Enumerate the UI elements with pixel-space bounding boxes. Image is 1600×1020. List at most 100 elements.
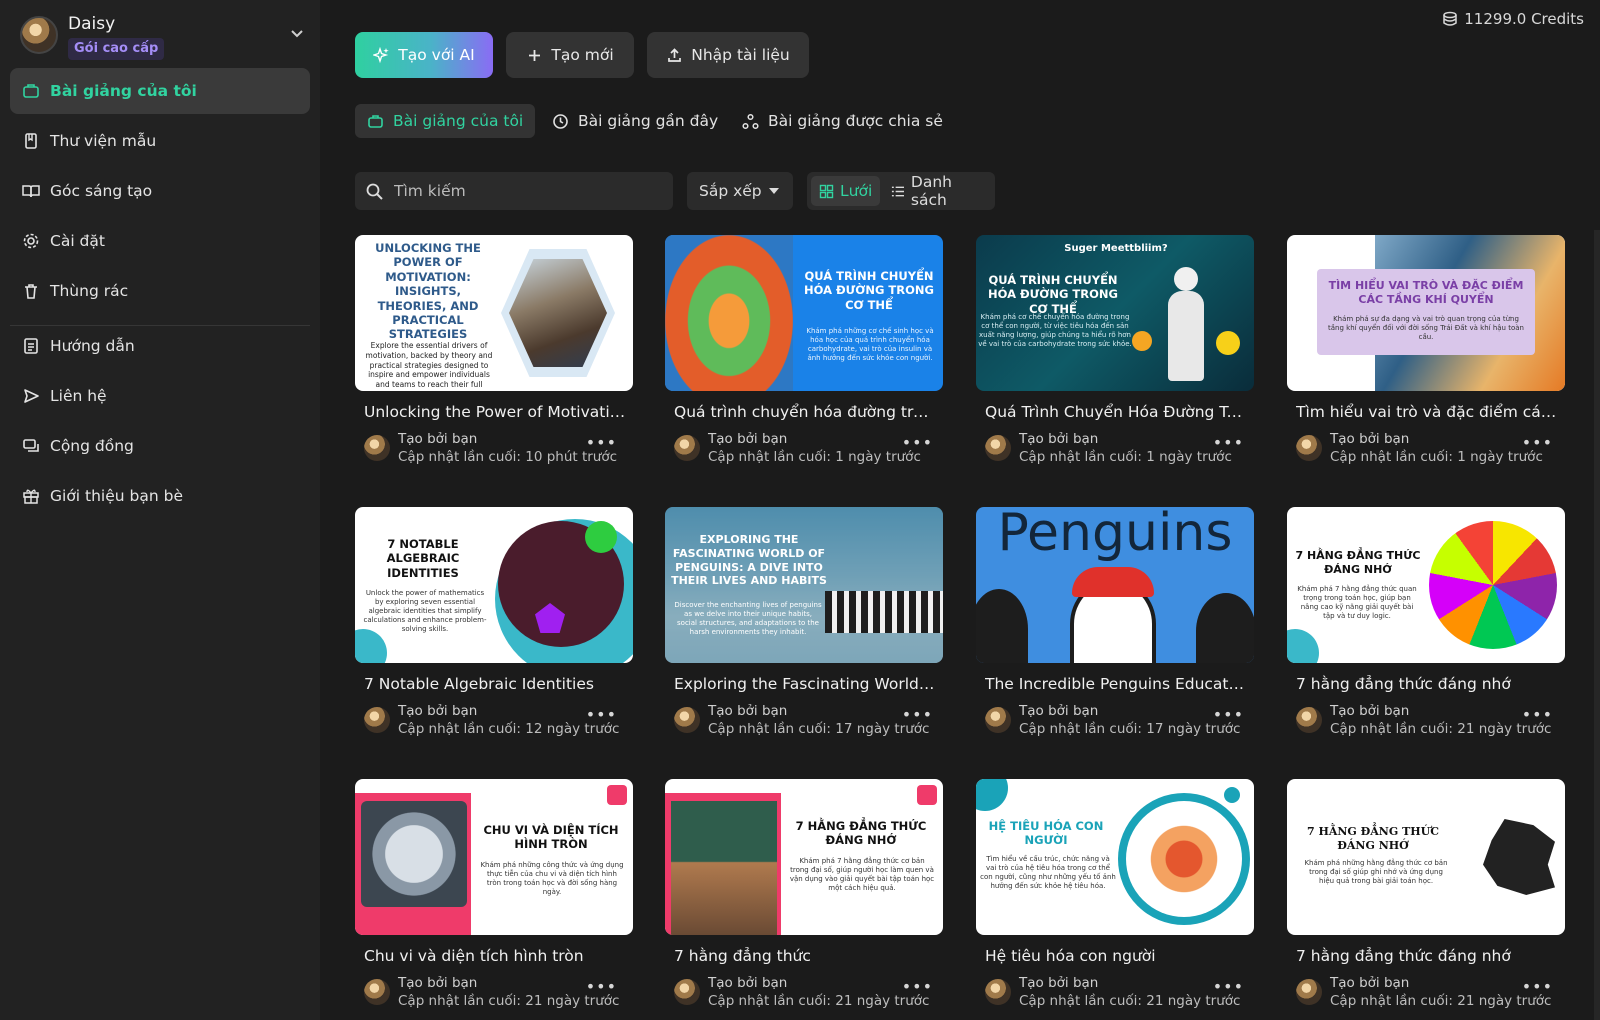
lecture-updated: Cập nhật lần cuối: 1 ngày trước [1019,449,1232,465]
sidebar-item-community[interactable]: Cộng đồng [10,423,310,469]
lecture-updated: Cập nhật lần cuối: 21 ngày trước [708,993,930,1009]
thumbnail-color-wheel [1429,521,1557,649]
lecture-card[interactable]: EXPLORING THE FASCINATING WORLD OF PENGU… [665,507,943,747]
more-options-icon[interactable]: ••• [586,977,617,996]
lecture-thumbnail[interactable]: 7 HẰNG ĐẲNG THỨC ĐÁNG NHỚ Khám phá những… [1287,779,1565,935]
scrollbar[interactable] [1594,230,1600,1020]
lecture-card[interactable]: TÌM HIỂU VAI TRÒ VÀ ĐẶC ĐIỂM CÁC TẦNG KH… [1287,235,1565,475]
profile-switcher[interactable]: Daisy Gói cao cấp [20,14,310,64]
more-options-icon[interactable]: ••• [902,977,933,996]
create-new-button[interactable]: Tạo mới [506,32,634,78]
tab-shared-lectures[interactable]: Bài giảng được chia sẻ [730,104,955,138]
lecture-thumbnail[interactable]: QUÁ TRÌNH CHUYỂN HÓA ĐƯỜNG TRONG CƠ THỂ … [665,235,943,391]
lecture-updated: Cập nhật lần cuối: 21 ngày trước [1019,993,1241,1009]
thumbnail-hat [1072,567,1154,597]
lecture-thumbnail[interactable]: Suger Meettbliim? QUÁ TRÌNH CHUYỂN HÓA Đ… [976,235,1254,391]
sidebar-item-label: Thư viện mẫu [50,132,157,150]
create-with-ai-button[interactable]: Tạo với AI [355,32,493,78]
lecture-card[interactable]: QUÁ TRÌNH CHUYỂN HÓA ĐƯỜNG TRONG CƠ THỂ … [665,235,943,475]
lecture-card[interactable]: Penguins The Incredible Penguins Educati… [976,507,1254,747]
lecture-title[interactable]: Hệ tiêu hóa con người [985,947,1247,965]
lecture-creator: Tạo bởi bạn [398,703,478,719]
search-box[interactable] [355,172,673,210]
open-book-icon [22,182,40,200]
lecture-title[interactable]: Tìm hiểu vai trò và đặc điểm các t... [1296,403,1558,421]
thumbnail-heading: EXPLORING THE FASCINATING WORLD OF PENGU… [671,533,827,588]
thumbnail-illustration [665,235,793,391]
sidebar-item-settings[interactable]: Cài đặt [10,218,310,264]
avatar [985,435,1011,461]
coins-icon [1443,11,1458,26]
sidebar-item-label: Bài giảng của tôi [50,82,197,100]
chevron-down-icon[interactable] [290,26,304,40]
thumbnail-body: Explore the essential drivers of motivat… [365,341,493,391]
document-icon [22,337,40,355]
view-list-button[interactable]: Danh sách [883,173,995,209]
tab-recent-lectures[interactable]: Bài giảng gần đây [540,104,730,138]
thumbnail-figure-head [1174,267,1198,291]
thumbnail-body: Khám phá 7 hằng đẳng thức quan trọng tro… [1297,585,1417,621]
thumbnail-ink-splash [1483,819,1555,895]
lecture-card[interactable]: UNLOCKING THE POWER OF MOTIVATION: INSIG… [355,235,633,475]
lecture-card[interactable]: CHU VI VÀ DIỆN TÍCH HÌNH TRÒN Khám phá n… [355,779,633,1019]
lecture-thumbnail[interactable]: Penguins [976,507,1254,663]
community-icon [22,437,40,455]
lecture-card[interactable]: 7 HẰNG ĐẲNG THỨC ĐÁNG NHỚ Khám phá những… [1287,779,1565,1019]
lecture-title[interactable]: Quá trình chuyển hóa đường tron... [674,403,936,421]
sidebar-item-refer-friends[interactable]: Giới thiệu bạn bè [10,473,310,519]
sidebar-item-creative-corner[interactable]: Góc sáng tạo [10,168,310,214]
lecture-card[interactable]: HỆ TIÊU HÓA CON NGƯỜI Tìm hiểu về cấu tr… [976,779,1254,1019]
lecture-thumbnail[interactable]: 7 HẰNG ĐẲNG THỨC ĐÁNG NHỚ Khám phá 7 hằn… [665,779,943,935]
more-options-icon[interactable]: ••• [1522,977,1553,996]
avatar [364,707,390,733]
list-icon [891,186,904,196]
lecture-title[interactable]: 7 hằng đẳng thức [674,947,936,965]
lecture-card[interactable]: Suger Meettbliim? QUÁ TRÌNH CHUYỂN HÓA Đ… [976,235,1254,475]
more-options-icon[interactable]: ••• [1522,705,1553,724]
more-options-icon[interactable]: ••• [1213,977,1244,996]
more-options-icon[interactable]: ••• [902,705,933,724]
lecture-creator: Tạo bởi bạn [1019,975,1099,991]
more-options-icon[interactable]: ••• [586,705,617,724]
view-grid-button[interactable]: Lưới [811,176,881,206]
sidebar-item-contact[interactable]: Liên hệ [10,373,310,419]
more-options-icon[interactable]: ••• [1213,433,1244,452]
sidebar-item-trash[interactable]: Thùng rác [10,268,310,314]
thumbnail-body: Unlock the power of mathematics by explo… [363,589,487,634]
more-options-icon[interactable]: ••• [1522,433,1553,452]
lecture-title[interactable]: Unlocking the Power of Motivatio... [364,403,626,421]
lecture-title[interactable]: 7 Notable Algebraic Identities [364,675,626,693]
thumbnail-decoration [1224,787,1240,803]
more-options-icon[interactable]: ••• [902,433,933,452]
sparkles-icon [373,46,389,63]
import-document-button[interactable]: Nhập tài liệu [647,32,809,78]
thumbnail-heading: QUÁ TRÌNH CHUYỂN HÓA ĐƯỜNG TRONG CƠ THỂ [804,269,934,312]
more-options-icon[interactable]: ••• [1213,705,1244,724]
lecture-thumbnail[interactable]: HỆ TIÊU HÓA CON NGƯỜI Tìm hiểu về cấu tr… [976,779,1254,935]
lecture-title[interactable]: 7 hằng đẳng thức đáng nhớ [1296,675,1558,693]
sort-dropdown[interactable]: Sắp xếp [687,172,793,210]
lecture-card[interactable]: 7 HẰNG ĐẲNG THỨC ĐÁNG NHỚ Khám phá 7 hằn… [665,779,943,1019]
sidebar-item-template-library[interactable]: Thư viện mẫu [10,118,310,164]
tab-my-lectures[interactable]: Bài giảng của tôi [355,104,536,138]
thumbnail-penguins [825,591,943,633]
lecture-thumbnail[interactable]: UNLOCKING THE POWER OF MOTIVATION: INSIG… [355,235,633,391]
lecture-title[interactable]: The Incredible Penguins Education... [985,675,1247,693]
lecture-thumbnail[interactable]: CHU VI VÀ DIỆN TÍCH HÌNH TRÒN Khám phá n… [355,779,633,935]
sidebar-item-guide[interactable]: Hướng dẫn [10,323,310,369]
lecture-card[interactable]: 7 HẰNG ĐẲNG THỨC ĐÁNG NHỚ Khám phá 7 hằn… [1287,507,1565,747]
lecture-thumbnail[interactable]: 7 NOTABLE ALGEBRAIC IDENTITIES Unlock th… [355,507,633,663]
lecture-thumbnail[interactable]: 7 HẰNG ĐẲNG THỨC ĐÁNG NHỚ Khám phá 7 hằn… [1287,507,1565,663]
lecture-thumbnail[interactable]: TÌM HIỂU VAI TRÒ VÀ ĐẶC ĐIỂM CÁC TẦNG KH… [1287,235,1565,391]
lecture-card[interactable]: 7 NOTABLE ALGEBRAIC IDENTITIES Unlock th… [355,507,633,747]
lecture-title[interactable]: Exploring the Fascinating World of... [674,675,936,693]
more-options-icon[interactable]: ••• [586,433,617,452]
sidebar-item-my-lectures[interactable]: Bài giảng của tôi [10,68,310,114]
lecture-title[interactable]: Chu vi và diện tích hình tròn [364,947,626,965]
avatar [1296,435,1322,461]
lecture-title[interactable]: 7 hằng đẳng thức đáng nhớ [1296,947,1558,965]
lecture-title[interactable]: Quá Trình Chuyển Hóa Đường Tro... [985,403,1247,421]
thumbnail-photo [671,801,777,935]
lecture-thumbnail[interactable]: EXPLORING THE FASCINATING WORLD OF PENGU… [665,507,943,663]
search-input[interactable] [394,182,654,200]
